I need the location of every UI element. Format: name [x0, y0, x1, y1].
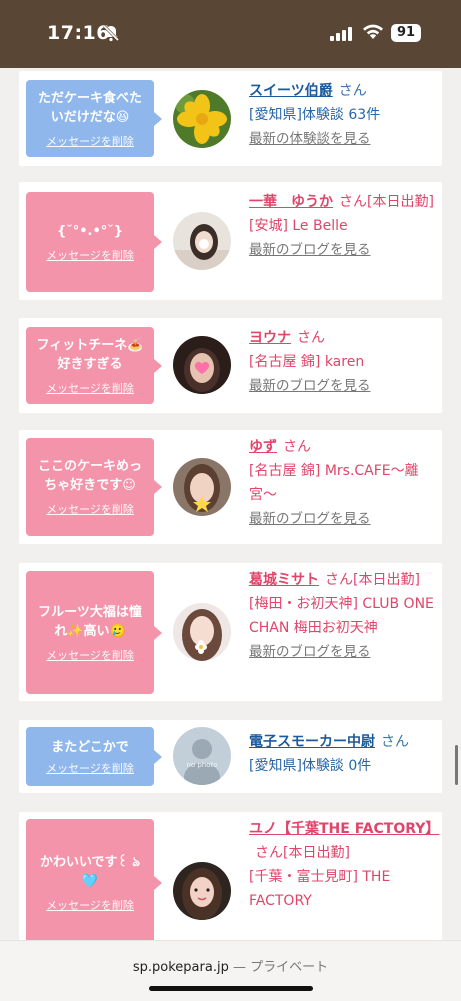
- san-label: さん: [339, 194, 367, 210]
- user-detail: [愛知県]体験談 0件: [249, 758, 372, 774]
- battery-icon: 91: [391, 24, 421, 42]
- message-text: ここのケーキめっちゃ好きです☺︎: [37, 459, 142, 493]
- delete-message-link[interactable]: メッセージを削除: [46, 647, 134, 663]
- delete-message-link[interactable]: メッセージを削除: [46, 897, 134, 913]
- user-detail: [安城] Le Belle: [249, 218, 348, 234]
- san-label: さん: [255, 845, 283, 861]
- san-label: さん: [381, 734, 409, 750]
- san-label: さん: [325, 572, 353, 588]
- user-name-link[interactable]: ゆず: [249, 439, 277, 455]
- list-item: ここのケーキめっちゃ好きです☺︎ メッセージを削除 ゆず さん [名古屋 錦] M…: [19, 430, 442, 544]
- user-name-link[interactable]: ヨウナ: [249, 330, 291, 346]
- avatar[interactable]: [173, 90, 231, 148]
- user-info: ユノ【千葉THE FACTORY】さん[本日出勤] [千葉・富士見町] THE …: [249, 817, 439, 913]
- user-name-link[interactable]: ユノ【千葉THE FACTORY】: [249, 821, 439, 837]
- url-domain: sp.pokepara.jp: [132, 960, 229, 975]
- message-text: フルーツ大福は憧れ✨高い🥲: [38, 604, 142, 639]
- avatar[interactable]: [173, 458, 231, 516]
- status-time: 17:16: [47, 22, 110, 44]
- bell-muted-icon: [102, 24, 120, 46]
- user-detail: [名古屋 錦] Mrs.CAFE〜離宮〜: [249, 463, 419, 503]
- user-info: ヨウナ さん [名古屋 錦] karen 最新のブログを見る: [249, 326, 436, 398]
- avatar[interactable]: [173, 862, 231, 920]
- message-bubble: ここのケーキめっちゃ好きです☺︎ メッセージを削除: [26, 438, 162, 536]
- message-bubble: {˘°•.•°˘} メッセージを削除: [26, 192, 162, 292]
- user-info: スイーツ伯爵 さん [愛知県]体験談 63件 最新の体験談を見る: [249, 79, 436, 151]
- see-latest-link[interactable]: 最新のブログを見る: [249, 374, 436, 398]
- list-item: {˘°•.•°˘} メッセージを削除 一華 ゆうか さん[本日出勤] [安城] L…: [19, 182, 442, 300]
- private-mode-label: — プライベート: [232, 960, 329, 975]
- wifi-icon: [362, 24, 384, 44]
- list-item: かわいいです꒰ ঌ🩵 メッセージを削除 ユノ【千葉THE FACTORY】さん[…: [19, 812, 442, 940]
- avatar[interactable]: no photo: [173, 727, 231, 785]
- user-info: 葛城ミサト さん[本日出勤] [梅田・お初天神] CLUB ONE CHAN 梅田…: [249, 568, 436, 664]
- user-name-link[interactable]: 葛城ミサト: [249, 572, 319, 588]
- user-name-link[interactable]: 一華 ゆうか: [249, 194, 333, 210]
- delete-message-link[interactable]: メッセージを削除: [46, 760, 134, 776]
- see-latest-link[interactable]: 最新のブログを見る: [249, 640, 436, 664]
- message-bubble: またどこかで メッセージを削除: [26, 727, 162, 786]
- status-bar: 17:16 91: [0, 0, 461, 68]
- see-latest-link[interactable]: 最新の体験談を見る: [249, 127, 436, 151]
- message-list: ただケーキ食べたいだけだな😆 メッセージを削除 スイーツ伯爵 さん [愛知県]体験…: [0, 68, 461, 940]
- san-label: さん: [283, 439, 311, 455]
- san-label: さん: [297, 330, 325, 346]
- delete-message-link[interactable]: メッセージを削除: [46, 133, 134, 149]
- avatar[interactable]: [173, 336, 231, 394]
- working-today-tag: [本日出勤]: [283, 845, 350, 861]
- working-today-tag: [本日出勤]: [353, 572, 420, 588]
- message-text: ただケーキ食べたいだけだな😆: [37, 90, 142, 125]
- delete-message-link[interactable]: メッセージを削除: [46, 247, 134, 263]
- see-latest-link[interactable]: 最新のブログを見る: [249, 507, 436, 531]
- no-photo-text: no photo: [186, 761, 217, 769]
- delete-message-link[interactable]: メッセージを削除: [46, 380, 134, 396]
- user-info: ゆず さん [名古屋 錦] Mrs.CAFE〜離宮〜 最新のブログを見る: [249, 435, 436, 531]
- message-text: またどこかで: [51, 739, 129, 755]
- user-detail: [千葉・富士見町] THE FACTORY: [249, 869, 391, 909]
- avatar[interactable]: [173, 212, 231, 270]
- user-detail: [愛知県]体験談 63件: [249, 107, 381, 123]
- message-bubble: フルーツ大福は憧れ✨高い🥲 メッセージを削除: [26, 571, 162, 694]
- message-text: かわいいです꒰ ঌ🩵: [39, 855, 141, 889]
- see-latest-link[interactable]: 最新のブログを見る: [249, 238, 436, 262]
- san-label: さん: [338, 83, 367, 99]
- message-bubble: ただケーキ食べたいだけだな😆 メッセージを削除: [26, 80, 162, 157]
- user-info: 一華 ゆうか さん[本日出勤] [安城] Le Belle 最新のブログを見る: [249, 190, 436, 262]
- list-item: またどこかで メッセージを削除 no photo 電子スモーカー中尉 さん [愛知…: [19, 720, 442, 793]
- list-item: ただケーキ食べたいだけだな😆 メッセージを削除 スイーツ伯爵 さん [愛知県]体験…: [19, 71, 442, 166]
- avatar[interactable]: [173, 603, 231, 661]
- message-text: {˘°•.•°˘}: [56, 223, 124, 239]
- user-detail: [梅田・お初天神] CLUB ONE CHAN 梅田お初天神: [249, 596, 434, 636]
- home-indicator[interactable]: [149, 986, 313, 991]
- scrollbar[interactable]: [455, 745, 458, 785]
- list-item: フルーツ大福は憧れ✨高い🥲 メッセージを削除 葛城ミサト さん[本日出勤] [梅田…: [19, 563, 442, 701]
- message-text: フィットチーネ🍝好きすぎる: [36, 337, 144, 372]
- user-name-link[interactable]: 電子スモーカー中尉: [249, 734, 375, 750]
- message-bubble: フィットチーネ🍝好きすぎる メッセージを削除: [26, 327, 162, 404]
- list-item: フィットチーネ🍝好きすぎる メッセージを削除 ヨウナ さん [名古屋 錦] kar…: [19, 318, 442, 413]
- user-name-link[interactable]: スイーツ伯爵: [249, 83, 333, 99]
- user-detail: [名古屋 錦] karen: [249, 354, 365, 370]
- address-bar[interactable]: sp.pokepara.jp — プライベート: [0, 956, 461, 975]
- browser-bottom-bar: sp.pokepara.jp — プライベート: [0, 940, 461, 1001]
- signal-icon: [330, 26, 354, 45]
- user-info: 電子スモーカー中尉 さん [愛知県]体験談 0件: [249, 730, 436, 778]
- working-today-tag: [本日出勤]: [367, 194, 434, 210]
- message-bubble: かわいいです꒰ ঌ🩵 メッセージを削除: [26, 819, 162, 940]
- delete-message-link[interactable]: メッセージを削除: [46, 501, 134, 517]
